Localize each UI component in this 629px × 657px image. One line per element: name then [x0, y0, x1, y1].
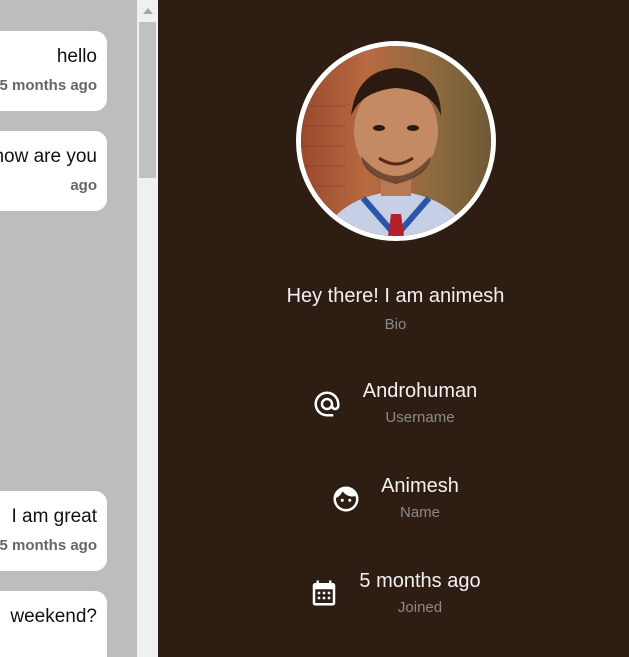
scroll-up-arrow-icon[interactable] [137, 0, 158, 20]
message-bubble: weekend? [0, 591, 107, 657]
name-label: Name [399, 504, 440, 521]
chat-scrollbar[interactable] [137, 0, 158, 657]
username-label: Username [385, 409, 455, 426]
face-icon [331, 484, 361, 514]
at-icon [312, 389, 342, 419]
message-text: weekend? [10, 606, 97, 627]
avatar[interactable] [296, 41, 496, 241]
message-text: hello [56, 46, 97, 67]
joined-section: 5 months ago Joined [350, 570, 490, 616]
message-time: ago [70, 177, 97, 194]
name-value: Animesh [381, 475, 459, 497]
name-section: Animesh Name [370, 475, 470, 521]
calendar-icon [309, 578, 339, 608]
scrollbar-thumb[interactable] [139, 22, 156, 178]
joined-value: 5 months ago [359, 570, 481, 592]
bio-label: Bio [384, 316, 407, 333]
username-value: Androhuman [362, 380, 478, 402]
message-time: 5 months ago [0, 77, 97, 94]
bio-value: Hey there! I am animesh [286, 285, 505, 307]
chat-messages-panel[interactable]: hello 5 months ago how are you ago I am … [0, 0, 137, 657]
bio-section: Hey there! I am animesh Bio [158, 285, 629, 333]
message-text: I am great [11, 506, 97, 527]
message-bubble: hello 5 months ago [0, 31, 107, 111]
username-section: Androhuman Username [350, 380, 490, 426]
message-text: how are you [0, 146, 97, 167]
profile-panel: Hey there! I am animesh Bio Androhuman U… [158, 0, 629, 657]
joined-label: Joined [397, 599, 443, 616]
avatar-photo [301, 46, 491, 236]
message-time: 5 months ago [0, 537, 97, 554]
message-bubble: how are you ago [0, 131, 107, 211]
message-bubble: I am great 5 months ago [0, 491, 107, 571]
